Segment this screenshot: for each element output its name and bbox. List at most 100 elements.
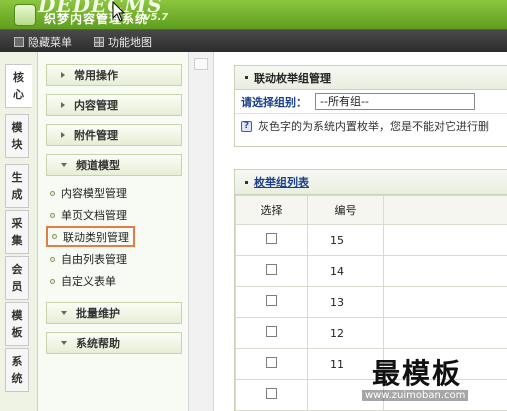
watermark-text: 最模板 [372, 357, 463, 390]
row-checkbox[interactable] [266, 233, 277, 244]
sidebar-item-free-list[interactable]: 自由列表管理 [50, 250, 127, 268]
enum-group-table: 选择 编号 15 14 13 12 11 [235, 195, 507, 411]
table-header-row: 选择 编号 [235, 195, 507, 225]
square-bullet-icon [245, 76, 248, 79]
function-map-label: 功能地图 [108, 36, 152, 49]
row-select-cell [235, 348, 308, 380]
panel-title-text: 联动枚举组管理 [254, 71, 331, 85]
tab-templates[interactable]: 模板 [5, 302, 29, 346]
menu-label: 常用操作 [74, 69, 118, 82]
row-id: 14 [307, 255, 384, 287]
row-select-cell [235, 224, 308, 256]
sidebar-item-custom-form[interactable]: 自定义表单 [50, 272, 116, 290]
tab-system[interactable]: 系统 [5, 348, 29, 392]
menu-common-ops[interactable]: 常用操作 [46, 64, 182, 86]
sidebar-item-label: 自定义表单 [61, 275, 116, 288]
collapse-sidebar-button[interactable] [194, 58, 208, 70]
logo-version: v5.7 [144, 12, 169, 23]
row-blank [383, 224, 507, 256]
table-row: 14 [235, 255, 507, 287]
menu-attachment-mgmt[interactable]: 附件管理 [46, 124, 182, 146]
sidebar-item-label: 内容模型管理 [61, 187, 127, 200]
row-id: 12 [307, 317, 384, 349]
sidebar-item-label: 单页文档管理 [61, 209, 127, 222]
sidebar-item-label: 自由列表管理 [61, 253, 127, 266]
bullet-icon [50, 190, 55, 196]
chevron-down-icon [61, 341, 67, 345]
chevron-down-icon [61, 163, 67, 167]
sidebar-splitter[interactable] [188, 52, 214, 411]
panel-title: 联动枚举组管理 [235, 66, 507, 90]
menu-content-mgmt[interactable]: 内容管理 [46, 94, 182, 116]
bullet-icon [50, 212, 55, 218]
row-blank [383, 255, 507, 287]
row-blank [383, 286, 507, 318]
function-map-icon [94, 37, 104, 47]
table-row: 13 [235, 286, 507, 318]
logo-subtitle: 织梦内容管理系统 [44, 12, 149, 26]
menu-label: 批量维护 [76, 307, 120, 320]
sidebar-item-single-page[interactable]: 单页文档管理 [50, 206, 127, 224]
table-row: 12 系 [235, 317, 507, 349]
menu-channel-model[interactable]: 频道模型 [46, 154, 182, 176]
help-row: ? 灰色字的为系统内置枚举，您是不能对它进行删 [235, 114, 507, 138]
tab-generate[interactable]: 生成 [5, 164, 29, 208]
sidebar-menu: 常用操作 内容管理 附件管理 频道模型 内容模型管理 单页文档管理 联动类别管理… [38, 52, 188, 411]
menu-label: 附件管理 [74, 129, 118, 142]
watermark-url: www.zuimoban.com [362, 390, 469, 401]
tab-collect[interactable]: 采集 [5, 210, 29, 254]
menu-label: 系统帮助 [76, 337, 120, 350]
app-header: DEDECMS 织梦内容管理系统 v5.7 [0, 0, 507, 30]
row-select-cell [235, 317, 308, 349]
row-id: 13 [307, 286, 384, 318]
menu-label: 频道模型 [76, 159, 120, 172]
help-icon: ? [241, 120, 252, 132]
bullet-icon [50, 256, 55, 262]
hide-menu-button[interactable]: 隐藏菜单 [14, 34, 72, 50]
column-header-blank [383, 195, 507, 225]
chevron-right-icon [61, 72, 65, 78]
row-checkbox[interactable] [266, 357, 277, 368]
dedecms-logo: DEDECMS 织梦内容管理系统 v5.7 [6, 0, 168, 29]
sidebar-item-label: 联动类别管理 [63, 230, 129, 244]
row-edge-text: 系 [383, 317, 507, 349]
column-header-id: 编号 [307, 195, 384, 225]
tab-members[interactable]: 会员 [5, 256, 29, 300]
menu-system-help[interactable]: 系统帮助 [46, 332, 182, 354]
group-filter-label: 请选择组别： [241, 95, 307, 109]
help-text: 灰色字的为系统内置枚举，您是不能对它进行删 [258, 120, 489, 133]
tab-core[interactable]: 核心 [5, 64, 32, 108]
sidebar-item-content-model[interactable]: 内容模型管理 [50, 184, 127, 202]
sidebar-item-linkage-category[interactable]: 联动类别管理 [46, 226, 135, 247]
enum-group-list-panel: 枚举组列表 选择 编号 15 14 13 12 11 [234, 169, 507, 411]
table-row: 15 [235, 224, 507, 256]
function-map-button[interactable]: 功能地图 [94, 34, 152, 50]
linkage-group-panel: 联动枚举组管理 请选择组别： --所有组-- ? 灰色字的为系统内置枚举，您是不… [234, 65, 507, 147]
row-checkbox[interactable] [266, 264, 277, 275]
menu-label: 内容管理 [74, 99, 118, 112]
hide-menu-label: 隐藏菜单 [28, 36, 72, 49]
row-select-cell [235, 286, 308, 318]
group-filter-row: 请选择组别： --所有组-- [235, 90, 507, 114]
mouse-cursor-icon [112, 1, 126, 22]
vertical-tab-bar: 核心 模块 生成 采集 会员 模板 系统 [0, 52, 38, 411]
list-panel-title: 枚举组列表 [235, 170, 507, 195]
row-id: 15 [307, 224, 384, 256]
row-select-cell [235, 379, 308, 411]
square-bullet-icon [245, 180, 248, 184]
row-checkbox[interactable] [266, 295, 277, 306]
row-checkbox[interactable] [266, 388, 277, 399]
menu-batch-maintenance[interactable]: 批量维护 [46, 302, 182, 324]
list-title-link[interactable]: 枚举组列表 [254, 174, 309, 190]
top-toolbar: 隐藏菜单 功能地图 [0, 30, 507, 52]
chevron-right-icon [61, 132, 65, 138]
tab-modules[interactable]: 模块 [5, 114, 29, 158]
group-select[interactable]: --所有组-- [315, 93, 475, 110]
chevron-down-icon [61, 311, 67, 315]
logo-badge-icon [14, 4, 36, 26]
row-checkbox[interactable] [266, 326, 277, 337]
main-content: 联动枚举组管理 请选择组别： --所有组-- ? 灰色字的为系统内置枚举，您是不… [214, 52, 507, 411]
hide-menu-icon [14, 37, 24, 47]
row-select-cell [235, 255, 308, 287]
chevron-right-icon [61, 102, 65, 108]
